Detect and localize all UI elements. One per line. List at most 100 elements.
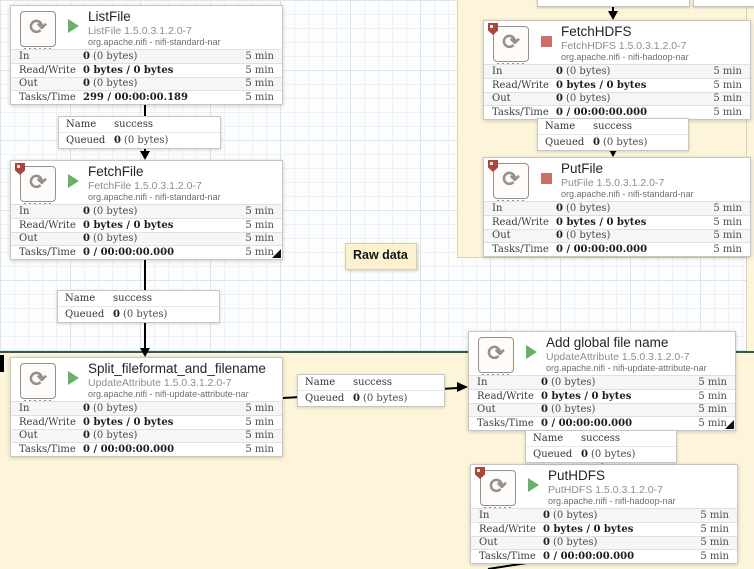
processor-bundle: org.apache.nifi - nifi-hadoop-nar [561,52,689,62]
stat-row-in: In 0 (0 bytes) 5 min [484,201,750,215]
processor-stats: In 0 (0 bytes) 5 min Read/Write 0 bytes / 0 … [471,508,737,563]
corner-mark [272,249,281,258]
queue-label-fetchhdfs-putfile[interactable]: Name success Queued 0 (0 bytes) [537,118,689,151]
run-status-icon [526,345,537,359]
processor-fetchfile[interactable]: ⟳ FetchFile FetchFile 1.5.0.3.1.2.0-7 or… [10,160,283,260]
connection-name-row: Name success [545,121,632,132]
processor-icon: ⟳ [20,363,56,403]
stat-row-readwrite: Read/Write 0 bytes / 0 bytes 5 min [11,217,282,232]
processor-icon: ⟳ [20,11,56,51]
refresh-glyph-icon: ⟳ [502,31,520,54]
processor-puthdfs[interactable]: ⟳ PutHDFS PutHDFS 1.5.0.3.1.2.0-7 org.ap… [470,464,738,564]
processor-title: FetchHDFS [561,24,632,39]
stat-row-in: In 0 (0 bytes) 5 min [471,508,737,522]
processor-type: FetchHDFS 1.5.0.3.1.2.0-7 [561,40,687,52]
processor-bundle: org.apache.nifi - nifi-update-attribute-… [546,363,707,373]
stat-row-readwrite: Read/Write 0 bytes / 0 bytes 5 min [471,521,737,536]
stat-row-tasks: Tasks/Time 0 / 00:00:00.000 5 min [11,442,282,456]
queue-label-listfile-fetchfile[interactable]: Name success Queued 0 (0 bytes) [58,116,221,149]
stat-row-in: In 0 (0 bytes) 5 min [469,375,735,389]
connection-queued-row: Queued 0 (0 bytes) [538,134,688,150]
run-status-icon [68,174,79,188]
processor-icon: ⟳ [20,166,56,206]
stat-row-tasks: Tasks/Time 0 / 00:00:00.000 5 min [471,549,737,563]
processor-type: ListFile 1.5.0.3.1.2.0-7 [88,25,192,37]
stat-row-in: In 0 (0 bytes) 5 min [11,204,282,218]
processor-bundle: org.apache.nifi - nifi-standard-nar [88,192,221,202]
stat-row-out: Out 0 (0 bytes) 5 min [11,231,282,246]
connection-queued-row: Queued 0 (0 bytes) [59,132,220,148]
connection-edge-arrow [0,355,4,372]
connection-name-row: Name success [305,377,392,388]
processor-icon: ⟳ [480,470,516,510]
refresh-glyph-icon: ⟳ [502,168,520,191]
queue-label-addglobal-puthdfs[interactable]: Name success Queued 0 (0 bytes) [525,430,677,463]
processor-bundle: org.apache.nifi - nifi-standard-nar [88,37,221,47]
queue-label-split-addglobal[interactable]: Name success Queued 0 (0 bytes) [297,374,445,407]
refresh-glyph-icon: ⟳ [29,16,47,39]
run-status-icon [68,19,79,33]
run-status-icon [68,371,79,385]
stat-row-out: Out 0 (0 bytes) 5 min [469,402,735,417]
processor-icon: ⟳ [478,337,514,377]
connection-name-row: Name success [533,433,620,444]
processor-type: PutFile 1.5.0.3.1.2.0-7 [561,177,665,189]
processor-bundle: org.apache.nifi - nifi-hadoop-nar [548,496,676,506]
queue-label-cutoff[interactable] [537,0,690,7]
processor-stats: In 0 (0 bytes) 5 min Read/Write 0 bytes / 0 … [484,201,750,256]
stat-row-tasks: Tasks/Time 0 / 00:00:00.000 5 min [484,242,750,256]
processor-add-global-file-name[interactable]: ⟳ Add global file name UpdateAttribute 1… [468,331,736,431]
processor-stats: In 0 (0 bytes) 5 min Read/Write 0 bytes / 0 … [11,49,282,104]
processor-putfile[interactable]: ⟳ PutFile PutFile 1.5.0.3.1.2.0-7 org.ap… [483,157,751,257]
run-status-icon [541,36,552,47]
corner-mark [725,420,734,429]
nifi-flow-canvas[interactable]: ⟳ ListFile ListFile 1.5.0.3.1.2.0-7 org.… [0,0,754,569]
queue-label-cutoff[interactable] [693,0,754,7]
stat-row-readwrite: Read/Write 0 bytes / 0 bytes 5 min [484,214,750,229]
stat-row-out: Out 0 (0 bytes) 5 min [484,228,750,243]
connection-queued-row: Queued 0 (0 bytes) [58,306,219,322]
stat-row-tasks: Tasks/Time 0 / 00:00:00.000 5 min [469,416,735,430]
processor-type: PutHDFS 1.5.0.3.1.2.0-7 [548,484,663,496]
stat-row-readwrite: Read/Write 0 bytes / 0 bytes 5 min [11,62,282,77]
processor-title: ListFile [88,9,131,24]
refresh-glyph-icon: ⟳ [487,342,505,365]
processor-title: Add global file name [546,335,669,350]
processor-split-fileformat[interactable]: ⟳ Split_fileformat_and_filename UpdateAt… [10,357,283,457]
stat-row-in: In 0 (0 bytes) 5 min [11,49,282,63]
processor-type: UpdateAttribute 1.5.0.3.1.2.0-7 [546,351,690,363]
processor-stats: In 0 (0 bytes) 5 min Read/Write 0 bytes / 0 … [11,204,282,259]
processor-title: PutFile [561,161,604,176]
processor-title: FetchFile [88,164,144,179]
stat-row-out: Out 0 (0 bytes) 5 min [11,428,282,443]
stat-row-tasks: Tasks/Time 0 / 00:00:00.000 5 min [484,105,750,119]
connection-name-row: Name success [65,293,152,304]
connection-name-row: Name success [66,119,153,130]
stat-row-in: In 0 (0 bytes) 5 min [11,401,282,415]
processor-type: FetchFile 1.5.0.3.1.2.0-7 [88,180,202,192]
processor-fetchhdfs[interactable]: ⟳ FetchHDFS FetchHDFS 1.5.0.3.1.2.0-7 or… [483,20,751,120]
processor-listfile[interactable]: ⟳ ListFile ListFile 1.5.0.3.1.2.0-7 org.… [10,5,283,105]
stat-row-readwrite: Read/Write 0 bytes / 0 bytes 5 min [469,388,735,403]
run-status-icon [528,478,539,492]
refresh-glyph-icon: ⟳ [29,368,47,391]
processor-type: UpdateAttribute 1.5.0.3.1.2.0-7 [88,377,232,389]
processor-stats: In 0 (0 bytes) 5 min Read/Write 0 bytes / 0 … [11,401,282,456]
stat-row-out: Out 0 (0 bytes) 5 min [484,91,750,106]
processor-icon: ⟳ [493,163,529,203]
processor-title: Split_fileformat_and_filename [88,361,266,376]
run-status-icon [541,173,552,184]
raw-data-label[interactable]: Raw data [345,243,417,270]
processor-bundle: org.apache.nifi - nifi-standard-nar [561,189,694,199]
stat-row-tasks: Tasks/Time 299 / 00:00:00.189 5 min [11,90,282,104]
queue-label-fetchfile-split[interactable]: Name success Queued 0 (0 bytes) [57,290,220,323]
processor-icon: ⟳ [493,26,529,66]
stat-row-out: Out 0 (0 bytes) 5 min [471,535,737,550]
processor-bundle: org.apache.nifi - nifi-update-attribute-… [88,389,249,399]
stat-row-tasks: Tasks/Time 0 / 00:00:00.000 5 min [11,245,282,259]
stat-row-readwrite: Read/Write 0 bytes / 0 bytes 5 min [484,77,750,92]
refresh-glyph-icon: ⟳ [29,171,47,194]
stat-row-out: Out 0 (0 bytes) 5 min [11,76,282,91]
processor-stats: In 0 (0 bytes) 5 min Read/Write 0 bytes / 0 … [469,375,735,430]
processor-title: PutHDFS [548,468,606,483]
